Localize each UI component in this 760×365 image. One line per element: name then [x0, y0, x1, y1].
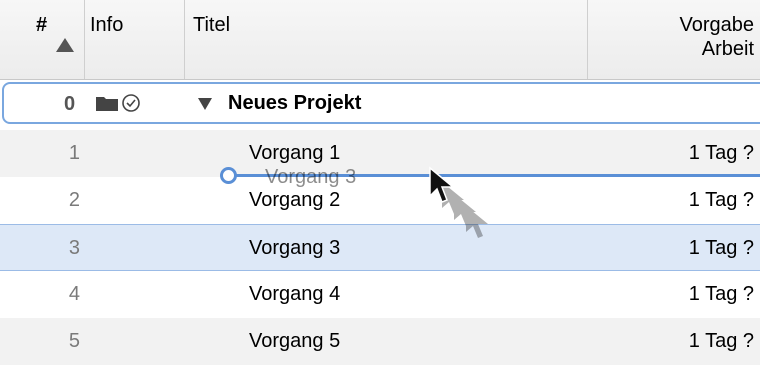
table-row[interactable]: 4 Vorgang 4 1 Tag ?: [0, 271, 760, 318]
row-number: 5: [68, 330, 80, 352]
column-header-work[interactable]: Vorgabe Arbeit: [588, 0, 760, 79]
column-info-label: Info: [90, 14, 124, 36]
row-work: 1 Tag ?: [688, 237, 754, 259]
table-row[interactable]: 2 Vorgang 2 1 Tag ?: [0, 177, 760, 224]
project-title: Neues Projekt: [228, 92, 362, 114]
row-title: Vorgang 1: [249, 142, 341, 164]
row-work: 1 Tag ?: [688, 189, 754, 211]
arrow-cursor-icon: [429, 166, 488, 238]
row-number: 4: [68, 283, 80, 305]
row-title: Vorgang 2: [249, 189, 341, 211]
row-number: 2: [68, 189, 80, 211]
project-row[interactable]: 0 Neues Projekt: [2, 82, 760, 124]
column-work-label-1: Vorgabe: [679, 14, 754, 36]
row-work: 1 Tag ?: [688, 330, 754, 352]
table-row[interactable]: 5 Vorgang 5 1 Tag ?: [0, 318, 760, 365]
row-title: Vorgang 5: [249, 330, 341, 352]
row-title: Vorgang 3: [249, 237, 341, 259]
folder-icon: [96, 97, 118, 111]
row-number: 1: [68, 142, 80, 164]
row-work: 1 Tag ?: [688, 142, 754, 164]
table-row-selected[interactable]: 3 Vorgang 3 1 Tag ?: [0, 224, 760, 271]
column-header-info[interactable]: Info: [85, 0, 185, 79]
disclosure-triangle-icon[interactable]: [198, 98, 212, 110]
row-number: 3: [68, 237, 80, 259]
column-header-number[interactable]: #: [0, 0, 85, 79]
row-title: Vorgang 4: [249, 283, 341, 305]
clock-icon: [122, 94, 140, 112]
column-title-label: Titel: [193, 14, 231, 36]
table-header: # Info Titel Vorgabe Arbeit: [0, 0, 760, 80]
column-header-title[interactable]: Titel: [185, 0, 588, 79]
sort-ascending-icon: [56, 38, 74, 52]
drag-ghost-label: Vorgang 3: [265, 166, 357, 188]
project-number: 0: [64, 93, 76, 115]
column-work-label-2: Arbeit: [701, 38, 754, 60]
column-number-label: #: [36, 14, 48, 36]
row-work: 1 Tag ?: [688, 283, 754, 305]
drop-indicator-handle: [220, 167, 237, 184]
table-row[interactable]: 1 Vorgang 1 1 Tag ?: [0, 130, 760, 177]
